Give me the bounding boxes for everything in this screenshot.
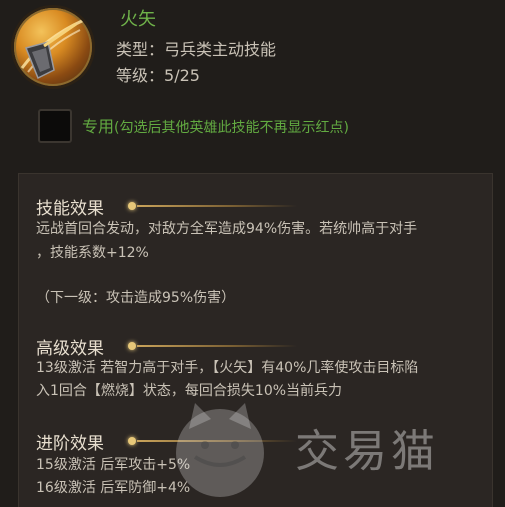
skill-type-label: 类型： — [116, 40, 165, 59]
promotion-title-divider — [137, 440, 297, 442]
advanced-title: 高级效果 — [36, 339, 104, 359]
promotion-title-ornament — [128, 437, 136, 445]
effect-title-divider — [137, 205, 297, 207]
exclusive-checkbox[interactable] — [38, 109, 72, 143]
advanced-line-1: 13级激活 若智力高于对手，【火矢】有40%几率使攻击目标陷 — [36, 360, 419, 376]
effect-line-2: ，技能系数+12% — [36, 245, 149, 261]
skill-level-value: 5/25 — [164, 66, 200, 85]
promotion-line-2: 16级激活 后军防御+4% — [36, 480, 191, 496]
skill-type: 类型：弓兵类主动技能 — [116, 36, 276, 60]
effect-line-1: 远战首回合发动，对敌方全军造成94%伤害。若统帅高于对手 — [36, 221, 418, 237]
skill-detail-panel: 技能效果 远战首回合发动，对敌方全军造成94%伤害。若统帅高于对手 ，技能系数+… — [18, 173, 493, 507]
skill-level-label: 等级： — [116, 66, 165, 85]
promotion-title: 进阶效果 — [36, 434, 104, 454]
advanced-title-divider — [137, 345, 297, 347]
exclusive-note: (勾选后其他英雄此技能不再显示红点) — [114, 120, 349, 136]
effect-title: 技能效果 — [36, 199, 104, 219]
exclusive-option[interactable]: 专用(勾选后其他英雄此技能不再显示红点) — [82, 113, 349, 137]
flaming-arrow-icon — [14, 8, 92, 86]
skill-header: 火矢 类型：弓兵类主动技能 等级：5/25 — [0, 0, 505, 100]
advanced-title-ornament — [128, 342, 136, 350]
exclusive-label: 专用 — [82, 117, 115, 136]
skill-type-value: 弓兵类主动技能 — [164, 40, 277, 59]
advanced-line-2: 入1回合【燃烧】状态，每回合损失10%当前兵力 — [36, 383, 343, 399]
skill-name: 火矢 — [120, 9, 156, 30]
effect-next-level: （下一级：攻击造成95%伤害） — [36, 290, 236, 306]
effect-title-ornament — [128, 202, 136, 210]
skill-level: 等级：5/25 — [116, 62, 200, 86]
promotion-line-1: 15级激活 后军攻击+5% — [36, 457, 191, 473]
